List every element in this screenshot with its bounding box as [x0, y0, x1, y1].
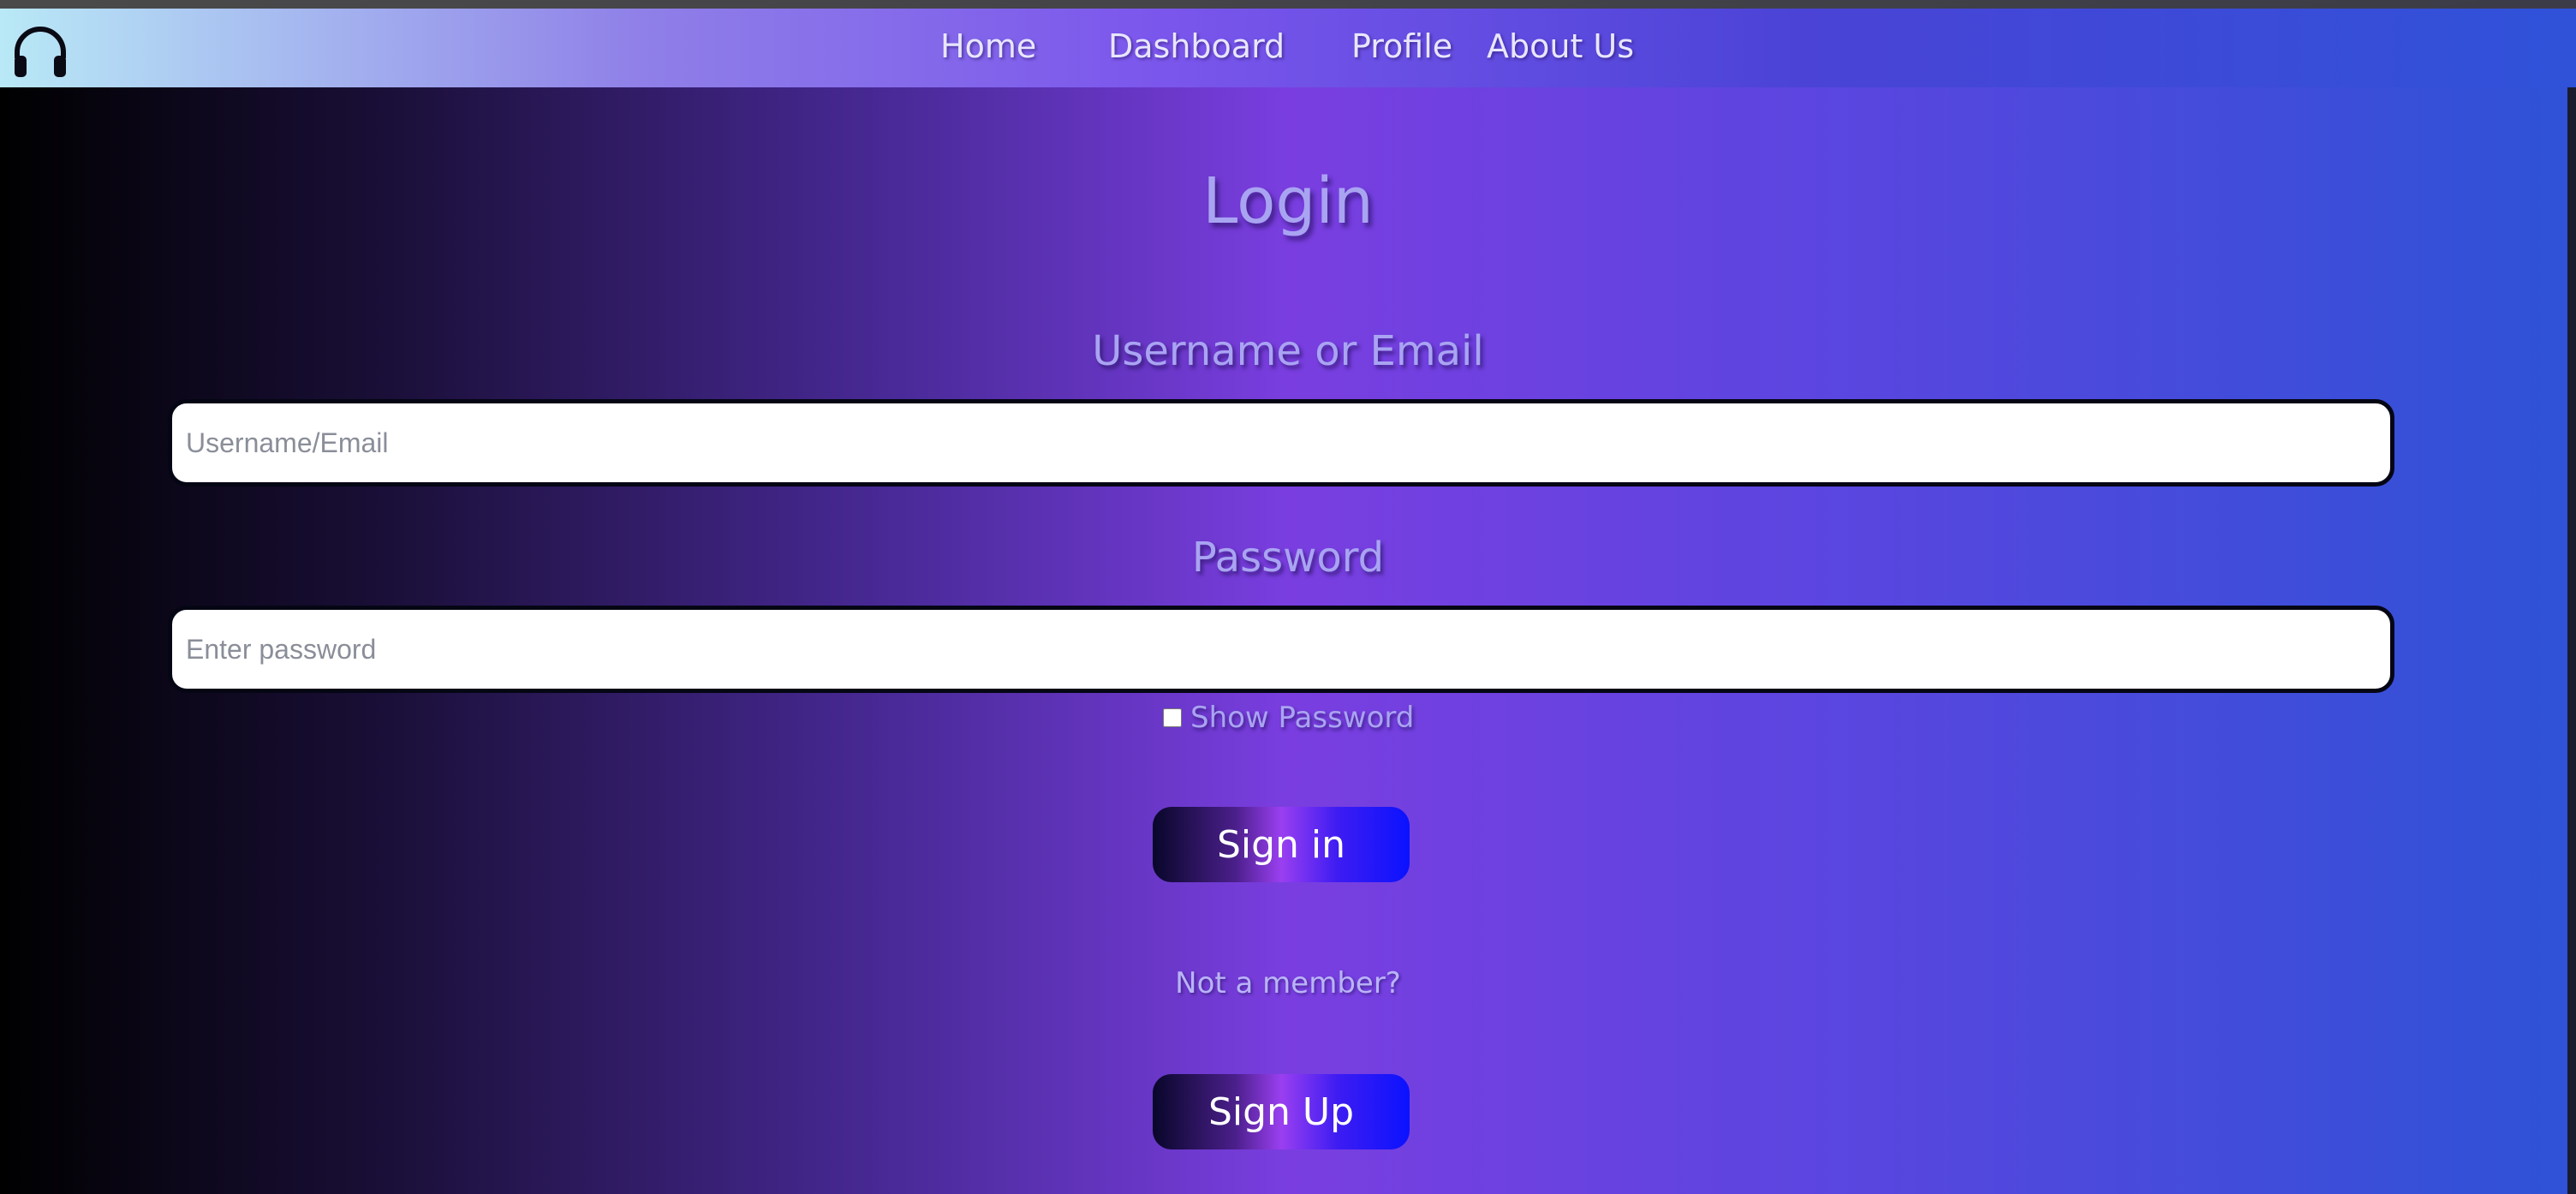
show-password-label[interactable]: Show Password	[1190, 701, 1414, 735]
sign-in-button[interactable]: Sign in	[1153, 807, 1410, 882]
headphones-icon[interactable]	[12, 24, 69, 81]
not-member-text: Not a member?	[1175, 966, 1401, 1000]
password-input[interactable]	[168, 606, 2394, 693]
nav-link-home[interactable]: Home	[940, 27, 1036, 65]
username-label: Username or Email	[1092, 327, 1484, 375]
show-password-checkbox[interactable]	[1163, 708, 1182, 727]
show-password-toggle[interactable]: Show Password	[1163, 701, 1414, 735]
username-input[interactable]	[168, 399, 2394, 487]
password-label: Password	[1191, 534, 1385, 582]
window-right-edge	[2567, 87, 2576, 1194]
top-navbar: Home Dashboard Profile About Us	[0, 9, 2576, 87]
nav-link-dashboard[interactable]: Dashboard	[1108, 27, 1285, 65]
sign-up-button[interactable]: Sign Up	[1153, 1074, 1410, 1149]
window-top-border	[0, 0, 2576, 9]
nav-link-profile[interactable]: Profile	[1351, 27, 1452, 65]
page-title: Login	[1202, 164, 1374, 238]
nav-link-about-us[interactable]: About Us	[1487, 27, 1634, 65]
